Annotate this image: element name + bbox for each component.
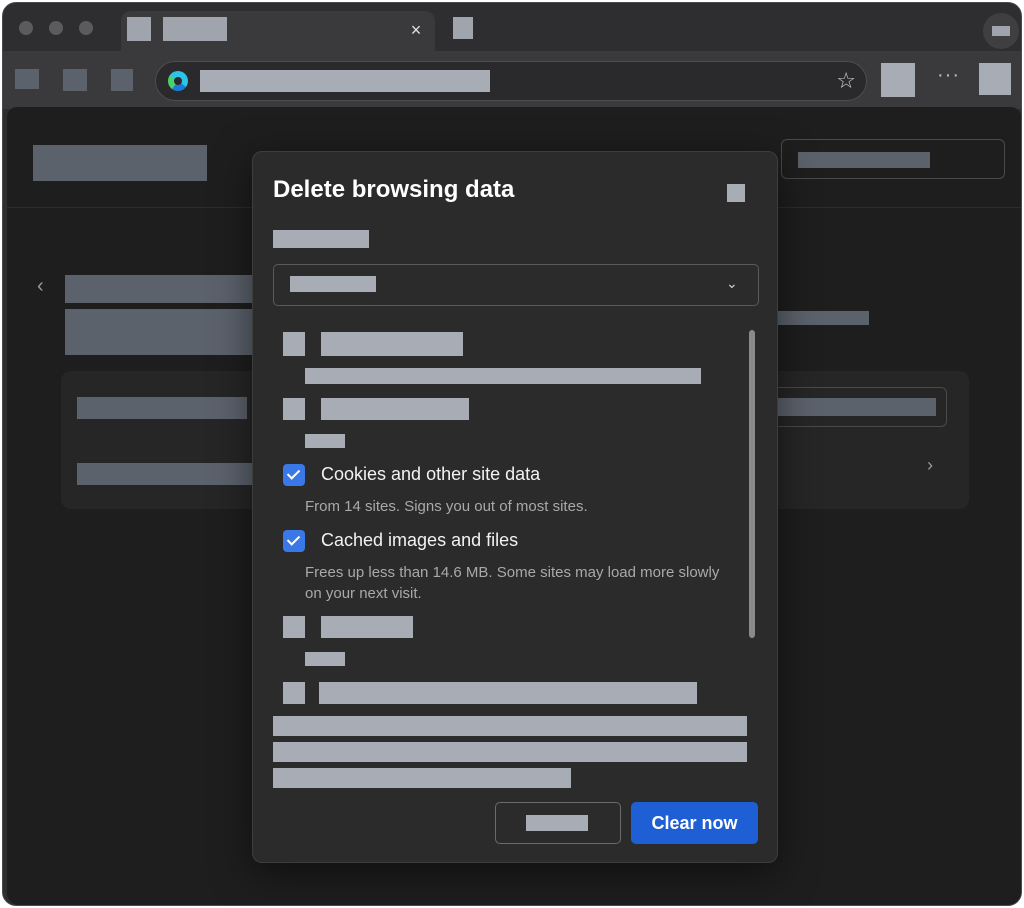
settings-search-input[interactable] bbox=[781, 139, 1005, 179]
tab-title-redacted bbox=[163, 17, 227, 41]
card-row-input[interactable] bbox=[771, 387, 947, 427]
back-chevron-icon[interactable]: ‹ bbox=[37, 275, 44, 298]
cookies-checkbox[interactable] bbox=[283, 464, 305, 486]
time-range-select[interactable]: ⌄ bbox=[273, 264, 759, 306]
section-subheading-redacted bbox=[65, 309, 265, 355]
item-description-redacted bbox=[305, 652, 345, 666]
delete-browsing-data-dialog: Delete browsing data ⌄ Cookies and other… bbox=[252, 151, 778, 863]
time-range-value-redacted bbox=[290, 276, 376, 292]
tab-actions-icon[interactable] bbox=[63, 69, 87, 91]
item-label-redacted bbox=[321, 398, 469, 420]
card-input-value-redacted bbox=[776, 398, 936, 416]
favorite-star-icon[interactable]: ☆ bbox=[836, 67, 856, 95]
edge-logo-icon bbox=[168, 71, 188, 91]
footer-text-redacted bbox=[273, 742, 747, 762]
tab-favicon-icon bbox=[127, 17, 151, 41]
cache-description: Frees up less than 14.6 MB. Some sites m… bbox=[305, 564, 720, 602]
item-description-redacted bbox=[305, 368, 701, 384]
clear-now-button[interactable]: Clear now bbox=[631, 802, 758, 844]
cache-label: Cached images and files bbox=[321, 530, 519, 550]
time-range-label-redacted bbox=[273, 230, 369, 248]
checkbox[interactable] bbox=[283, 332, 305, 356]
footer-text-redacted bbox=[273, 716, 747, 736]
section-heading-redacted bbox=[65, 275, 265, 303]
more-options-icon[interactable]: ··· bbox=[937, 65, 960, 85]
extension-icon[interactable] bbox=[881, 63, 915, 97]
address-bar[interactable]: ☆ bbox=[155, 61, 867, 101]
card-row-label-redacted bbox=[77, 397, 247, 419]
search-placeholder-redacted bbox=[798, 152, 930, 168]
cookies-description: From 14 sites. Signs you out of most sit… bbox=[305, 498, 588, 515]
profile-icon bbox=[992, 26, 1010, 36]
item-label-redacted bbox=[319, 682, 697, 704]
back-icon[interactable] bbox=[111, 69, 133, 91]
profile-button[interactable] bbox=[983, 13, 1019, 49]
maximize-window-icon[interactable] bbox=[79, 21, 93, 35]
new-tab-icon[interactable] bbox=[453, 17, 473, 39]
sidebar-toggle-icon[interactable] bbox=[15, 69, 39, 89]
chevron-down-icon: ⌄ bbox=[726, 275, 738, 291]
tab-close-icon[interactable]: × bbox=[405, 19, 427, 41]
close-dialog-icon[interactable] bbox=[727, 184, 745, 202]
browser-window: × ☆ ··· ‹ › Delete browsing data ⌄ Cooki… bbox=[2, 2, 1022, 906]
footer-text-redacted bbox=[273, 768, 571, 788]
toolbar: ☆ ··· bbox=[3, 51, 1021, 109]
chevron-right-icon[interactable]: › bbox=[927, 455, 933, 476]
checkbox[interactable] bbox=[283, 682, 305, 704]
checkbox[interactable] bbox=[283, 398, 305, 420]
cookies-label: Cookies and other site data bbox=[321, 464, 541, 484]
minimize-window-icon[interactable] bbox=[49, 21, 63, 35]
cancel-button[interactable] bbox=[495, 802, 621, 844]
item-label-redacted bbox=[321, 616, 413, 638]
item-description-redacted bbox=[305, 434, 345, 448]
checkbox[interactable] bbox=[283, 616, 305, 638]
dialog-title: Delete browsing data bbox=[273, 176, 515, 203]
cancel-label-redacted bbox=[526, 815, 588, 831]
card-row-label-redacted bbox=[77, 463, 257, 485]
url-text-redacted bbox=[200, 70, 490, 92]
close-window-icon[interactable] bbox=[19, 21, 33, 35]
dialog-scrollbar[interactable] bbox=[749, 330, 755, 638]
item-label-redacted bbox=[321, 332, 463, 356]
copilot-icon[interactable] bbox=[979, 63, 1011, 95]
cache-checkbox[interactable] bbox=[283, 530, 305, 552]
settings-title-redacted bbox=[33, 145, 207, 181]
section-link-redacted[interactable] bbox=[777, 311, 869, 325]
